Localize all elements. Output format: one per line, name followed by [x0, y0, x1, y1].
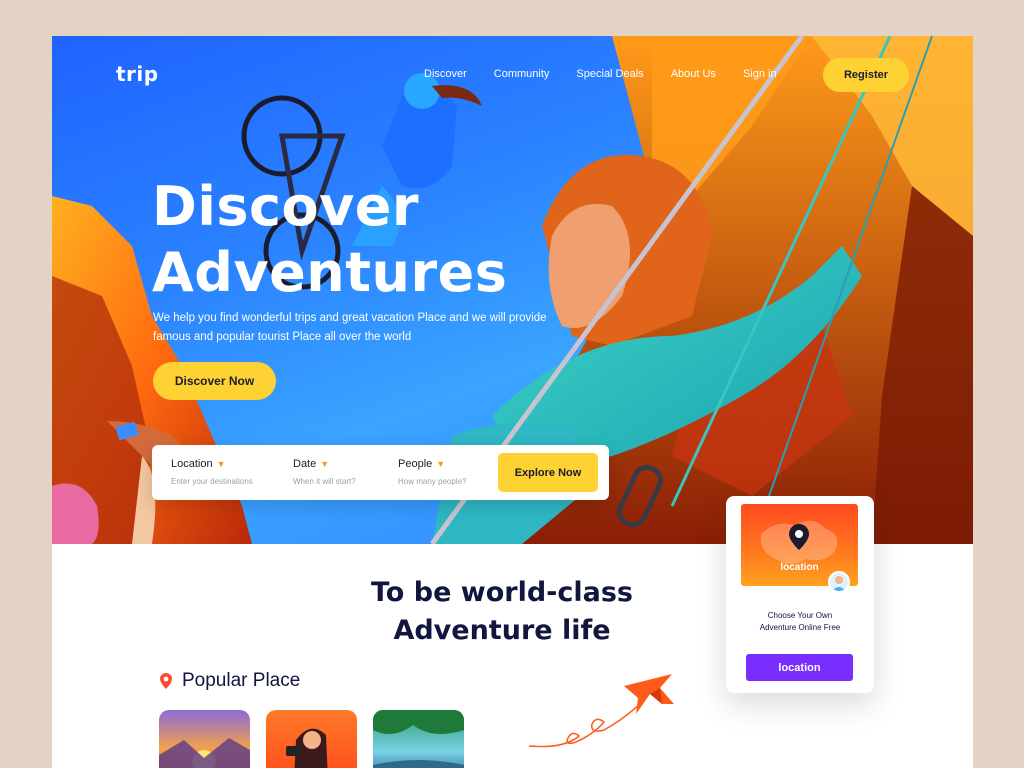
date-field-label: Date [293, 458, 317, 470]
location-card-text-line1: Choose Your Own [767, 611, 833, 620]
page-frame: trip Discover Community Special Deals Ab… [52, 36, 973, 768]
photographer-image [286, 728, 328, 768]
popular-place-card[interactable] [266, 710, 357, 768]
chevron-down-icon: ▼ [436, 459, 446, 469]
user-avatar-image [832, 576, 846, 591]
popular-place-card[interactable] [159, 710, 250, 768]
paper-plane-icon [528, 674, 674, 748]
nav-community[interactable]: Community [494, 68, 550, 80]
discover-now-button[interactable]: Discover Now [153, 362, 276, 400]
hero-title-line1: Discover [152, 175, 420, 238]
popular-place-card[interactable] [373, 710, 464, 768]
nav-special-deals[interactable]: Special Deals [576, 68, 643, 80]
map-pin-icon [160, 673, 172, 689]
location-card-text: Choose Your Own Adventure Online Free [734, 610, 866, 634]
hero-title: Discover Adventures [152, 174, 507, 306]
location-button[interactable]: location [746, 654, 853, 681]
people-field-placeholder: How many people? [398, 477, 467, 486]
popular-place-heading: Popular Place [160, 670, 300, 692]
location-card-text-line2: Adventure Online Free [759, 623, 841, 632]
brand-logo[interactable]: trip [116, 62, 159, 86]
chevron-down-icon: ▼ [320, 459, 330, 469]
hero-title-line2: Adventures [152, 241, 508, 304]
forest-image [373, 710, 464, 768]
people-field-label: People [398, 458, 433, 470]
location-field-label: Location [171, 458, 213, 470]
location-field[interactable]: Location ▼ Enter your destinations [171, 458, 253, 486]
nav-discover[interactable]: Discover [424, 68, 467, 80]
nav-about-us[interactable]: About Us [671, 68, 716, 80]
register-button[interactable]: Register [823, 58, 909, 92]
people-field[interactable]: People ▼ How many people? [398, 458, 466, 486]
sunset-image [159, 738, 250, 768]
hero-subtitle: We help you find wonderful trips and gre… [153, 312, 547, 343]
section-title-line1: To be world-class [370, 577, 634, 608]
popular-place-label: Popular Place [182, 670, 301, 691]
section-title: To be world-class Adventure life [292, 574, 712, 650]
explore-now-button[interactable]: Explore Now [498, 453, 598, 492]
nav-sign-in[interactable]: Sign in [743, 68, 777, 80]
location-card: location Choose Your Own Adventure Onlin… [726, 496, 874, 693]
avatar [828, 571, 850, 593]
main-nav: Discover Community Special Deals About U… [424, 68, 777, 80]
hero-section: trip Discover Community Special Deals Ab… [52, 36, 973, 544]
date-field[interactable]: Date ▼ When it will start? [293, 458, 356, 486]
search-bar: Location ▼ Enter your destinations Date ▼ … [152, 445, 609, 500]
date-field-placeholder: When it will start? [293, 477, 356, 486]
location-field-placeholder: Enter your destinations [171, 477, 253, 486]
section-title-line2: Adventure life [393, 615, 611, 646]
chevron-down-icon: ▼ [216, 459, 226, 469]
